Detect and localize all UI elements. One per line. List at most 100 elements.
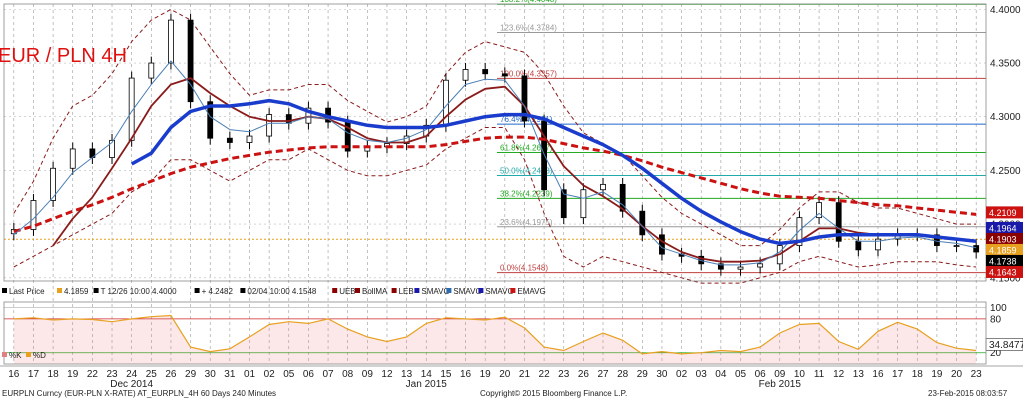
x-tick-label: 19 <box>480 369 492 380</box>
y-tick-label: 4.3500 <box>990 59 1021 70</box>
price-bar-body <box>246 135 253 143</box>
x-tick-label: 22 <box>539 369 551 380</box>
chart-title: EUR / PLN 4H <box>0 45 127 67</box>
x-tick-label: 29 <box>185 369 197 380</box>
fib-label: 38.2%(4.2239) <box>500 189 553 198</box>
price-bar-body <box>953 245 960 247</box>
y-tick-label: 4.4000 <box>990 5 1021 16</box>
y-tick-label: 4.3000 <box>990 112 1021 123</box>
price-bar-body <box>187 19 194 103</box>
fib-label: 100.0%(4.3357) <box>500 69 557 78</box>
x-tick-label: 09 <box>362 369 374 380</box>
fib-label: 123.6%(4.3784) <box>500 24 557 33</box>
price-bar-body <box>973 245 980 253</box>
x-tick-label: 11 <box>814 369 825 380</box>
osc-badge-label: 34.8477 <box>989 340 1023 351</box>
legend-entry: SMAVG <box>421 287 449 296</box>
price-bar-body <box>580 189 587 219</box>
price-bar-body <box>757 263 764 268</box>
legend-swatch <box>510 288 516 293</box>
x-tick-label: 03 <box>696 369 708 380</box>
x-tick-label: 26 <box>165 369 177 380</box>
x-tick-label: 28 <box>617 369 629 380</box>
x-tick-label: 31 <box>224 369 236 380</box>
x-tick-label: 05 <box>283 369 295 380</box>
x-tick-label: 26 <box>578 369 590 380</box>
legend-entry: 02/04 10:00 4.1548 <box>247 287 317 296</box>
legend-swatch <box>57 288 62 293</box>
legend-swatch <box>194 288 200 293</box>
price-bar-body <box>168 19 174 64</box>
legend-swatch <box>391 288 397 293</box>
legend-entry: SMAVG <box>485 287 513 296</box>
legend-entry: T 12/26 10:00 4.4000 <box>101 287 177 296</box>
x-tick-label: 21 <box>519 369 531 380</box>
month-label: Jan 2015 <box>406 379 448 390</box>
fib-label: 0.0%(4.1548) <box>500 264 548 273</box>
legend-entry: EMAVG <box>517 287 545 296</box>
legend-swatch <box>478 288 484 293</box>
price-bar-body <box>462 69 469 81</box>
osc-fill <box>13 315 977 364</box>
legend-swatch <box>2 288 7 293</box>
x-tick-label: 04 <box>715 369 727 380</box>
price-bar-body <box>737 266 744 270</box>
x-tick-label: 27 <box>597 369 609 380</box>
x-tick-label: 19 <box>931 369 943 380</box>
x-tick-label: 20 <box>499 369 511 380</box>
legend-entry: UEB <box>339 287 355 296</box>
price-badge-label: 4.1643 <box>989 267 1017 277</box>
price-bar-body <box>855 240 862 251</box>
x-tick-label: 29 <box>637 369 649 380</box>
price-badge-label: 4.1859 <box>989 245 1017 255</box>
legend-swatch <box>355 288 360 293</box>
legend-swatch <box>414 288 420 293</box>
osc-legend-swatch <box>2 352 7 357</box>
x-tick-label: 17 <box>28 369 40 380</box>
lower-band-line <box>13 127 977 284</box>
x-tick-label: 30 <box>205 369 217 380</box>
x-tick-label: 12 <box>381 369 393 380</box>
price-badge-label: 4.1738 <box>989 256 1017 266</box>
x-tick-label: 22 <box>87 369 99 380</box>
x-tick-label: 18 <box>48 369 60 380</box>
legend-entry: + 4.2482 <box>202 287 234 296</box>
price-bar-body <box>226 137 233 143</box>
x-tick-label: 23 <box>558 369 570 380</box>
month-label: Feb 2015 <box>759 379 802 390</box>
fib-label: 138.2%(4.4048) <box>500 0 557 4</box>
oscillator-panel: 100802034.8477 <box>4 303 1023 364</box>
x-tick-label: 23 <box>971 369 983 380</box>
x-tick-label: 20 <box>951 369 963 380</box>
osc-legend-entry: %K <box>9 351 22 360</box>
x-tick-label: 01 <box>244 369 256 380</box>
x-tick-label: 12 <box>833 369 845 380</box>
legend-swatch <box>446 288 452 293</box>
x-tick-label: 16 <box>872 369 884 380</box>
footer-left: EURPLN Curncy (EUR-PLN X-RATE) AT_EURPLN… <box>2 389 276 398</box>
legend-entry: SMAVG <box>453 287 481 296</box>
x-tick-label: 30 <box>656 369 668 380</box>
price-badge-label: 4.2109 <box>989 208 1017 218</box>
price-badge-label: 4.1964 <box>989 223 1017 233</box>
price-bar-body <box>69 148 76 169</box>
legend-swatch <box>240 288 246 293</box>
fib-label: 23.6%(4.1975) <box>500 218 553 227</box>
price-bar-body <box>600 183 606 191</box>
legend-swatch <box>93 288 99 293</box>
moving-averages <box>13 60 977 266</box>
osc-legend-entry: %D <box>33 351 46 360</box>
x-tick-label: 16 <box>460 369 472 380</box>
ema-slow-line <box>13 135 977 234</box>
legend-entry: BollMA <box>362 287 388 296</box>
x-tick-label: 18 <box>912 369 924 380</box>
sma-slow-line <box>130 98 977 246</box>
x-tick-label: 07 <box>322 369 334 380</box>
x-tick-label: 06 <box>303 369 315 380</box>
legend-swatch <box>332 288 338 293</box>
price-bar-body <box>501 73 508 77</box>
price-badges: 4.2109 4.19644.19034.18594.17384.1643 <box>986 206 1023 278</box>
price-bar-body <box>659 234 665 255</box>
x-tick-label: 02 <box>264 369 276 380</box>
legend-entry: LEB <box>399 287 414 296</box>
